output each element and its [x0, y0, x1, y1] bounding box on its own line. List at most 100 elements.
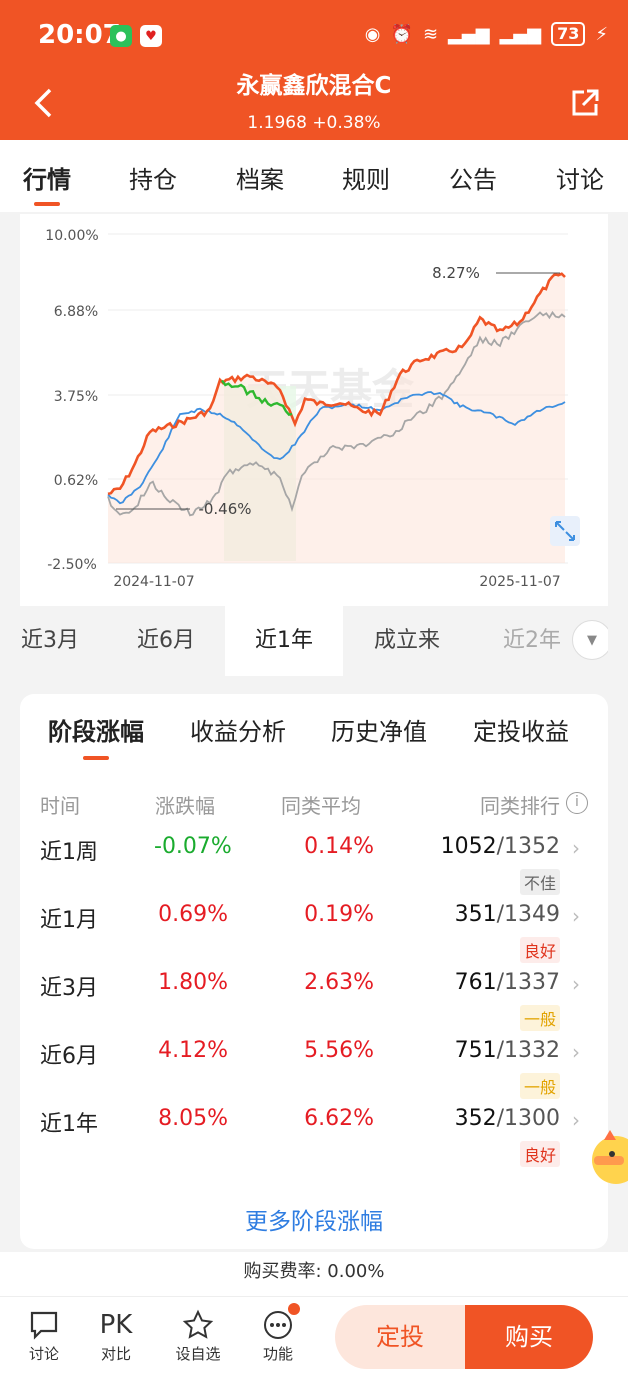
status-app-icons: ● ♥ [110, 25, 162, 47]
row-change: -0.07% [154, 834, 232, 859]
row-avg: 5.56% [304, 1038, 374, 1063]
row-period: 近1年 [40, 1112, 98, 1137]
row-period: 近3月 [40, 976, 98, 1001]
tab-sip-return[interactable]: 定投收益 [473, 712, 569, 747]
tab-nav-history[interactable]: 历史净值 [331, 712, 427, 747]
tab-return-analysis[interactable]: 收益分析 [190, 712, 286, 747]
row-avg: 0.19% [304, 902, 374, 927]
wifi-icon: ≋ [422, 23, 439, 45]
chevron-right-icon: › [572, 1040, 580, 1064]
col-rank: 同类排行 [480, 794, 560, 818]
tab-announcements[interactable]: 公告 [444, 140, 502, 195]
chat-bubble-icon [14, 1307, 74, 1343]
mascot-icon[interactable] [586, 1126, 628, 1188]
discuss-button[interactable]: 讨论 [14, 1307, 74, 1364]
fund-nav: 1.1968 +0.38% [0, 113, 628, 133]
purchase-fee: 购买费率: 0.00% [0, 1252, 628, 1296]
row-rank: 761/1337 [455, 970, 560, 995]
rank-value: 352 [454, 1106, 497, 1131]
watch-label: 设自选 [175, 1345, 221, 1363]
y-tick: 3.75% [54, 389, 98, 405]
discuss-label: 讨论 [28, 1345, 59, 1363]
notification-dot [288, 1303, 300, 1315]
status-time: 20:07 [38, 20, 121, 50]
battery-level: 73 [551, 22, 586, 46]
more-stage-link[interactable]: 更多阶段涨幅 [20, 1202, 608, 1236]
row-change: 8.05% [158, 1106, 228, 1131]
add-watchlist-button[interactable]: 设自选 [168, 1307, 228, 1364]
row-rank: 351/1349 [455, 902, 560, 927]
nav-change: +0.38% [312, 113, 381, 133]
rank-value: 751 [454, 1038, 497, 1063]
perf-tabs: 阶段涨幅 收益分析 历史净值 定投收益 [20, 712, 608, 762]
high-label: 8.27% [432, 264, 480, 282]
star-icon [168, 1307, 228, 1343]
row-rank: 352/1300 [455, 1106, 560, 1131]
chart-svg: 10.00% 6.88% 3.75% 0.62% -2.50% 天天基金 8.2… [45, 228, 580, 590]
row-period: 近1月 [40, 908, 98, 933]
row-avg: 2.63% [304, 970, 374, 995]
tab-profile[interactable]: 档案 [231, 140, 289, 195]
row-avg: 6.62% [304, 1106, 374, 1131]
row-change: 1.80% [158, 970, 228, 995]
chevron-right-icon: › [572, 904, 580, 928]
range-6m[interactable]: 近6月 [116, 606, 216, 676]
rating-badge: 不佳 [519, 869, 560, 895]
alarm-icon: ⏰ [390, 23, 413, 45]
performance-chart: 10.00% 6.88% 3.75% 0.62% -2.50% 天天基金 8.2… [20, 214, 608, 606]
range-1y[interactable]: 近1年 [225, 606, 343, 676]
rank-value: 351 [454, 902, 497, 927]
tab-holdings[interactable]: 持仓 [124, 140, 182, 195]
rating-badge: 一般 [519, 1073, 560, 1099]
charging-icon: ⚡ [595, 23, 608, 45]
range-since-inception[interactable]: 成立来 [357, 606, 457, 676]
row-avg: 0.14% [304, 834, 374, 859]
compare-button[interactable]: PK 对比 [86, 1307, 146, 1364]
col-change: 涨跌幅 [155, 794, 215, 818]
wechat-icon: ● [110, 25, 132, 47]
buy-button[interactable]: 购买 [465, 1305, 593, 1369]
fund-title: 永赢鑫欣混合C [236, 73, 392, 99]
share-icon[interactable] [570, 88, 600, 118]
rank-value: 761 [454, 970, 497, 995]
rank-total: /1300 [496, 1106, 560, 1131]
range-2y[interactable]: 近2年 [487, 606, 577, 676]
signal-icon-2: ▂▄▆ [499, 23, 542, 45]
tab-stage-change[interactable]: 阶段涨幅 [48, 712, 144, 760]
chevron-right-icon: › [572, 1108, 580, 1132]
range-selector: 近3月 近6月 近1年 成立来 近2年 ▼ [20, 606, 608, 676]
stage-performance-card: 阶段涨幅 收益分析 历史净值 定投收益 时间 涨跌幅 同类平均 同类排行 i 近… [20, 694, 608, 1249]
sip-button[interactable]: 定投 [335, 1305, 465, 1369]
app-notification-icon: ♥ [140, 25, 162, 47]
top-header: 20:07 ● ♥ ◉ ⏰ ≋ ▂▄▆ ▂▄▆ 73 ⚡ 永赢鑫欣混合C 1.1… [0, 0, 628, 140]
row-change: 0.69% [158, 902, 228, 927]
rank-total: /1352 [496, 834, 560, 859]
tab-quotes[interactable]: 行情 [18, 140, 76, 206]
x-tick-end: 2025-11-07 [479, 574, 560, 590]
rank-value: 1052 [440, 834, 497, 859]
row-change: 4.12% [158, 1038, 228, 1063]
col-period: 时间 [40, 794, 80, 818]
nav-value: 1.1968 [247, 113, 307, 133]
row-rank: 751/1332 [455, 1038, 560, 1063]
tab-rules[interactable]: 规则 [337, 140, 395, 195]
y-tick: 0.62% [54, 473, 98, 489]
info-icon[interactable]: i [566, 792, 588, 814]
func-label: 功能 [262, 1345, 293, 1363]
range-3m[interactable]: 近3月 [20, 606, 90, 676]
chevron-down-icon[interactable]: ▼ [572, 620, 608, 660]
chevron-right-icon: › [572, 972, 580, 996]
rating-badge: 一般 [519, 1005, 560, 1031]
chevron-right-icon: › [572, 836, 580, 860]
rank-total: /1337 [496, 970, 560, 995]
y-tick: 10.00% [45, 228, 98, 244]
low-label: -0.46% [198, 500, 251, 518]
expand-icon[interactable] [550, 516, 580, 546]
tab-discuss[interactable]: 讨论 [551, 140, 609, 195]
row-period: 近6月 [40, 1044, 98, 1069]
status-indicators: ◉ ⏰ ≋ ▂▄▆ ▂▄▆ 73 ⚡ [365, 22, 608, 46]
rating-badge: 良好 [519, 937, 560, 963]
row-period: 近1周 [40, 840, 98, 865]
functions-button[interactable]: 功能 [248, 1303, 308, 1364]
main-tabs: 行情 持仓 档案 规则 公告 讨论 [0, 140, 628, 212]
